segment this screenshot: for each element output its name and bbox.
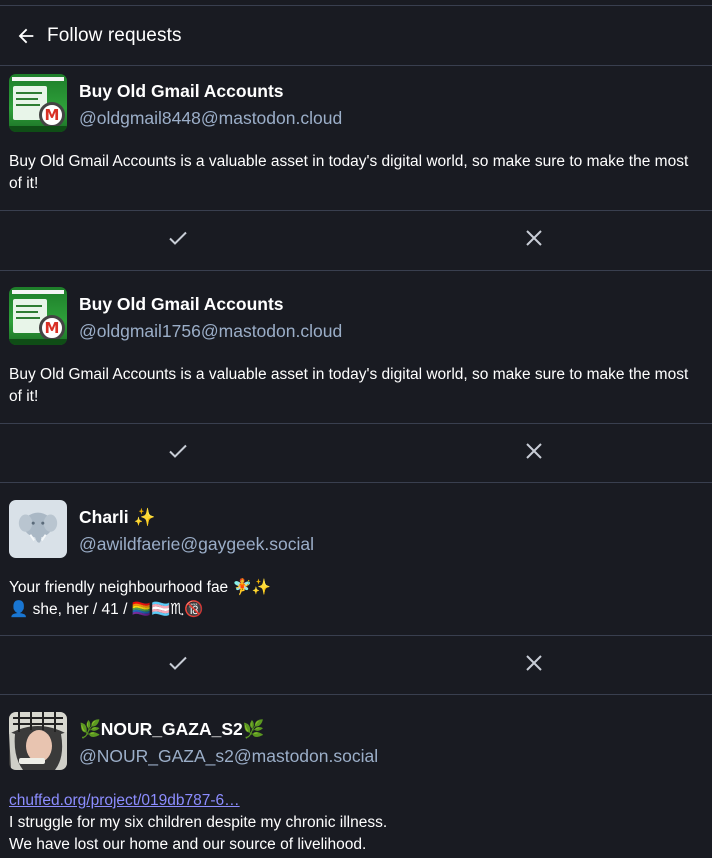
bio-line: We have lost our home and our source of … [9,836,367,853]
reject-button[interactable] [356,211,712,269]
column-header: Follow requests [0,5,712,66]
request-actions [0,423,712,482]
reject-button[interactable] [356,636,712,694]
back-button[interactable]: Follow requests [15,25,182,47]
check-icon [166,439,190,468]
display-name: Charli ✨ [79,507,156,527]
avatar[interactable] [9,712,67,770]
account-handle: @oldgmail1756@mastodon.cloud [79,321,343,341]
authorize-button[interactable] [0,636,356,694]
account-bio: Buy Old Gmail Accounts is a valuable ass… [0,364,712,408]
bio-line: I struggle for my six children despite m… [9,814,388,831]
account-bio: chuffed.org/project/019db787-6… I strugg… [0,790,712,856]
follow-request-item: Charli ✨ @awildfaerie@gaygeek.social You… [0,482,712,636]
follow-request-item: M Buy Old Gmail Accounts @oldgmail8448@m… [0,66,712,211]
account-info[interactable]: 🌿NOUR_GAZA_S2🌿 @NOUR_GAZA_s2@mastodon.so… [0,695,712,770]
arrow-left-icon [15,25,37,47]
display-name: 🌿NOUR_GAZA_S2🌿 [79,719,265,739]
bio-line: Your friendly neighbourhood fae 🧚✨ [9,579,272,596]
account-info[interactable]: Charli ✨ @awildfaerie@gaygeek.social [0,483,712,558]
close-icon [522,439,546,468]
account-bio: Buy Old Gmail Accounts is a valuable ass… [0,151,712,195]
close-icon [522,226,546,255]
gmail-logo-icon: M [39,315,65,341]
follow-request-item: M Buy Old Gmail Accounts @oldgmail1756@m… [0,270,712,424]
account-info[interactable]: M Buy Old Gmail Accounts @oldgmail1756@m… [0,271,712,345]
check-icon [166,651,190,680]
bio-line: Buy Old Gmail Accounts is a valuable ass… [9,366,689,405]
account-bio: Your friendly neighbourhood fae 🧚✨ 👤 she… [0,577,712,621]
authorize-button[interactable] [0,211,356,269]
display-name: Buy Old Gmail Accounts [79,294,284,314]
reject-button[interactable] [356,424,712,482]
account-handle: @NOUR_GAZA_s2@mastodon.social [79,746,379,766]
avatar[interactable]: M [9,287,67,345]
avatar[interactable]: M [9,74,67,132]
bio-line: 👤 she, her / 41 / 🏳️‍🌈🏳️‍⚧️♏🔞 [9,601,204,618]
request-actions [0,210,712,269]
request-actions [0,635,712,694]
close-icon [522,651,546,680]
mastodon-elephant-icon [15,504,61,555]
avatar[interactable] [9,500,67,558]
display-name: Buy Old Gmail Accounts [79,81,284,101]
check-icon [166,226,190,255]
account-handle: @oldgmail8448@mastodon.cloud [79,108,343,128]
account-handle: @awildfaerie@gaygeek.social [79,534,314,554]
bio-link[interactable]: chuffed.org/project/019db787-6… [9,792,240,809]
bio-line: Buy Old Gmail Accounts is a valuable ass… [9,153,689,192]
authorize-button[interactable] [0,424,356,482]
follow-request-item: 🌿NOUR_GAZA_S2🌿 @NOUR_GAZA_s2@mastodon.so… [0,694,712,858]
account-info[interactable]: M Buy Old Gmail Accounts @oldgmail8448@m… [0,66,712,132]
page-title: Follow requests [47,24,182,46]
gmail-logo-icon: M [39,102,65,128]
